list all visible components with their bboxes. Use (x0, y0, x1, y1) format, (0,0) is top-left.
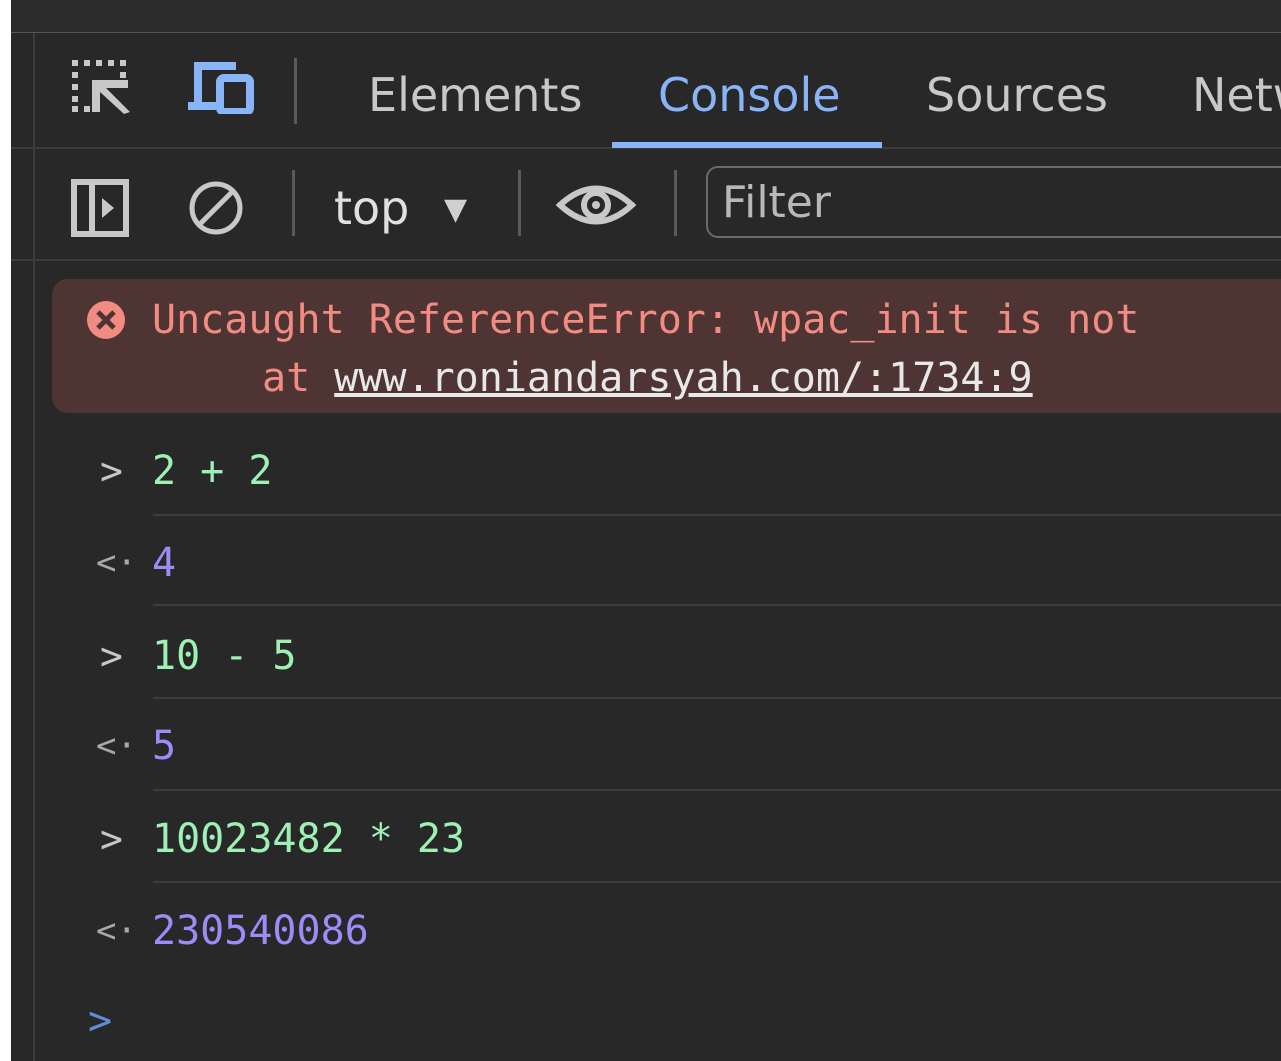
error-text: Uncaught ReferenceError: wpac_init is no… (152, 297, 1140, 343)
tab-elements[interactable]: Elements (368, 60, 582, 130)
toolbar-separator (674, 170, 677, 236)
tab-network[interactable]: Netw (1192, 60, 1281, 130)
row-divider (153, 514, 1281, 516)
browser-top-bar (0, 0, 1281, 33)
inspect-element-icon[interactable] (70, 58, 134, 114)
tabs-separator (294, 58, 297, 124)
left-page-strip (0, 0, 11, 1061)
error-source-link[interactable]: www.roniandarsyah.com/:1734:9 (334, 355, 1032, 401)
input-prompt-icon: > (100, 817, 123, 861)
devtools-window: Elements Console Sources Netw top ▼ Unca… (0, 0, 1281, 1061)
context-selector[interactable]: top (334, 178, 409, 238)
sidebar-toggle-icon[interactable] (70, 178, 130, 238)
console-output-line: 5 (152, 723, 177, 769)
tab-console[interactable]: Console (658, 60, 841, 130)
error-circle-icon (87, 301, 125, 339)
console-input-line[interactable]: 10 - 5 (152, 628, 297, 684)
input-prompt-icon: > (100, 449, 123, 493)
row-divider (153, 604, 1281, 606)
tab-sources[interactable]: Sources (926, 60, 1108, 130)
filter-input[interactable] (706, 166, 1281, 238)
input-prompt-icon: > (100, 634, 123, 678)
toolbar-separator (292, 170, 295, 236)
return-value-icon: <· (96, 543, 137, 583)
error-stack-line: at www.roniandarsyah.com/:1734:9 (262, 350, 1033, 406)
console-output-line: 230540086 (152, 908, 369, 954)
row-divider (153, 697, 1281, 699)
console-input-line[interactable]: 2 + 2 (152, 443, 272, 499)
dropdown-arrow-icon[interactable]: ▼ (444, 190, 467, 230)
active-tab-indicator (612, 142, 882, 148)
clear-console-icon[interactable] (186, 178, 246, 238)
live-expression-eye-icon[interactable] (556, 180, 636, 230)
side-divider (33, 33, 35, 1061)
row-divider (153, 789, 1281, 791)
console-input-line[interactable]: 10023482 * 23 (152, 811, 465, 867)
toolbar-separator (518, 170, 521, 236)
console-output-line: 4 (152, 540, 177, 586)
device-toolbar-icon[interactable] (186, 58, 256, 114)
return-value-icon: <· (96, 726, 137, 766)
console-prompt[interactable]: > (88, 993, 112, 1049)
return-value-icon: <· (96, 911, 137, 951)
row-divider (153, 881, 1281, 883)
error-at-prefix: at (262, 355, 335, 401)
